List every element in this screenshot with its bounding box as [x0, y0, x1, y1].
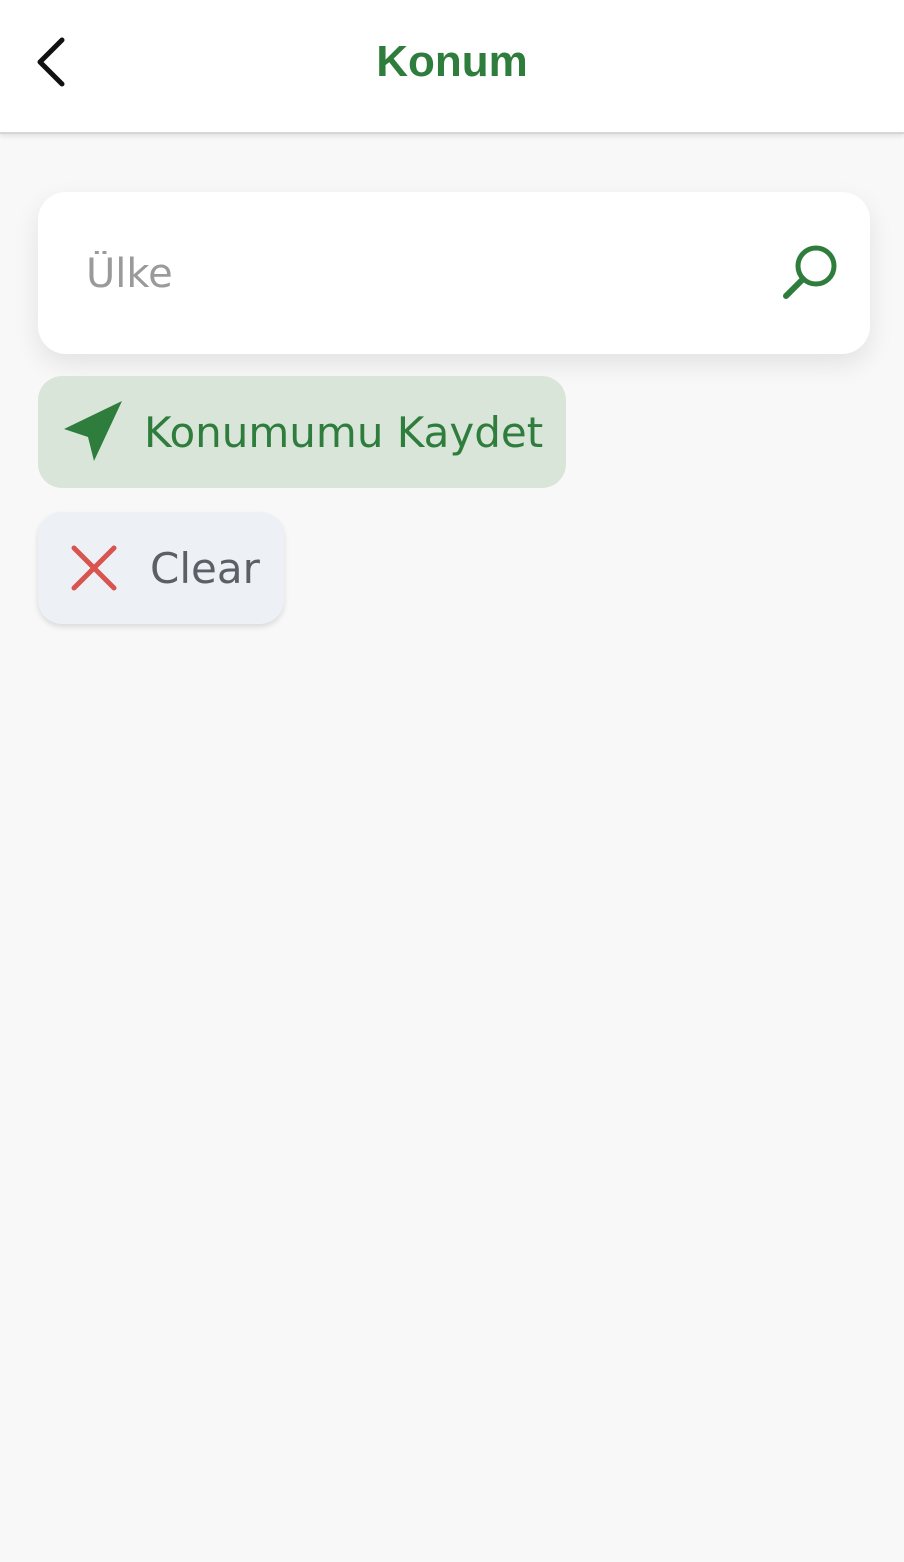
search-card: [38, 192, 870, 354]
save-location-label: Konumumu Kaydet: [144, 407, 544, 457]
save-location-button[interactable]: Konumumu Kaydet: [38, 376, 566, 488]
page-title: Konum: [376, 37, 528, 86]
clear-button[interactable]: Clear: [38, 512, 284, 624]
close-icon: [71, 545, 117, 591]
navigation-arrow-icon: [64, 401, 122, 461]
app-header: Konum: [0, 0, 904, 134]
country-search-input[interactable]: [86, 238, 746, 310]
clear-label: Clear: [150, 543, 260, 593]
search-icon[interactable]: [774, 236, 846, 308]
